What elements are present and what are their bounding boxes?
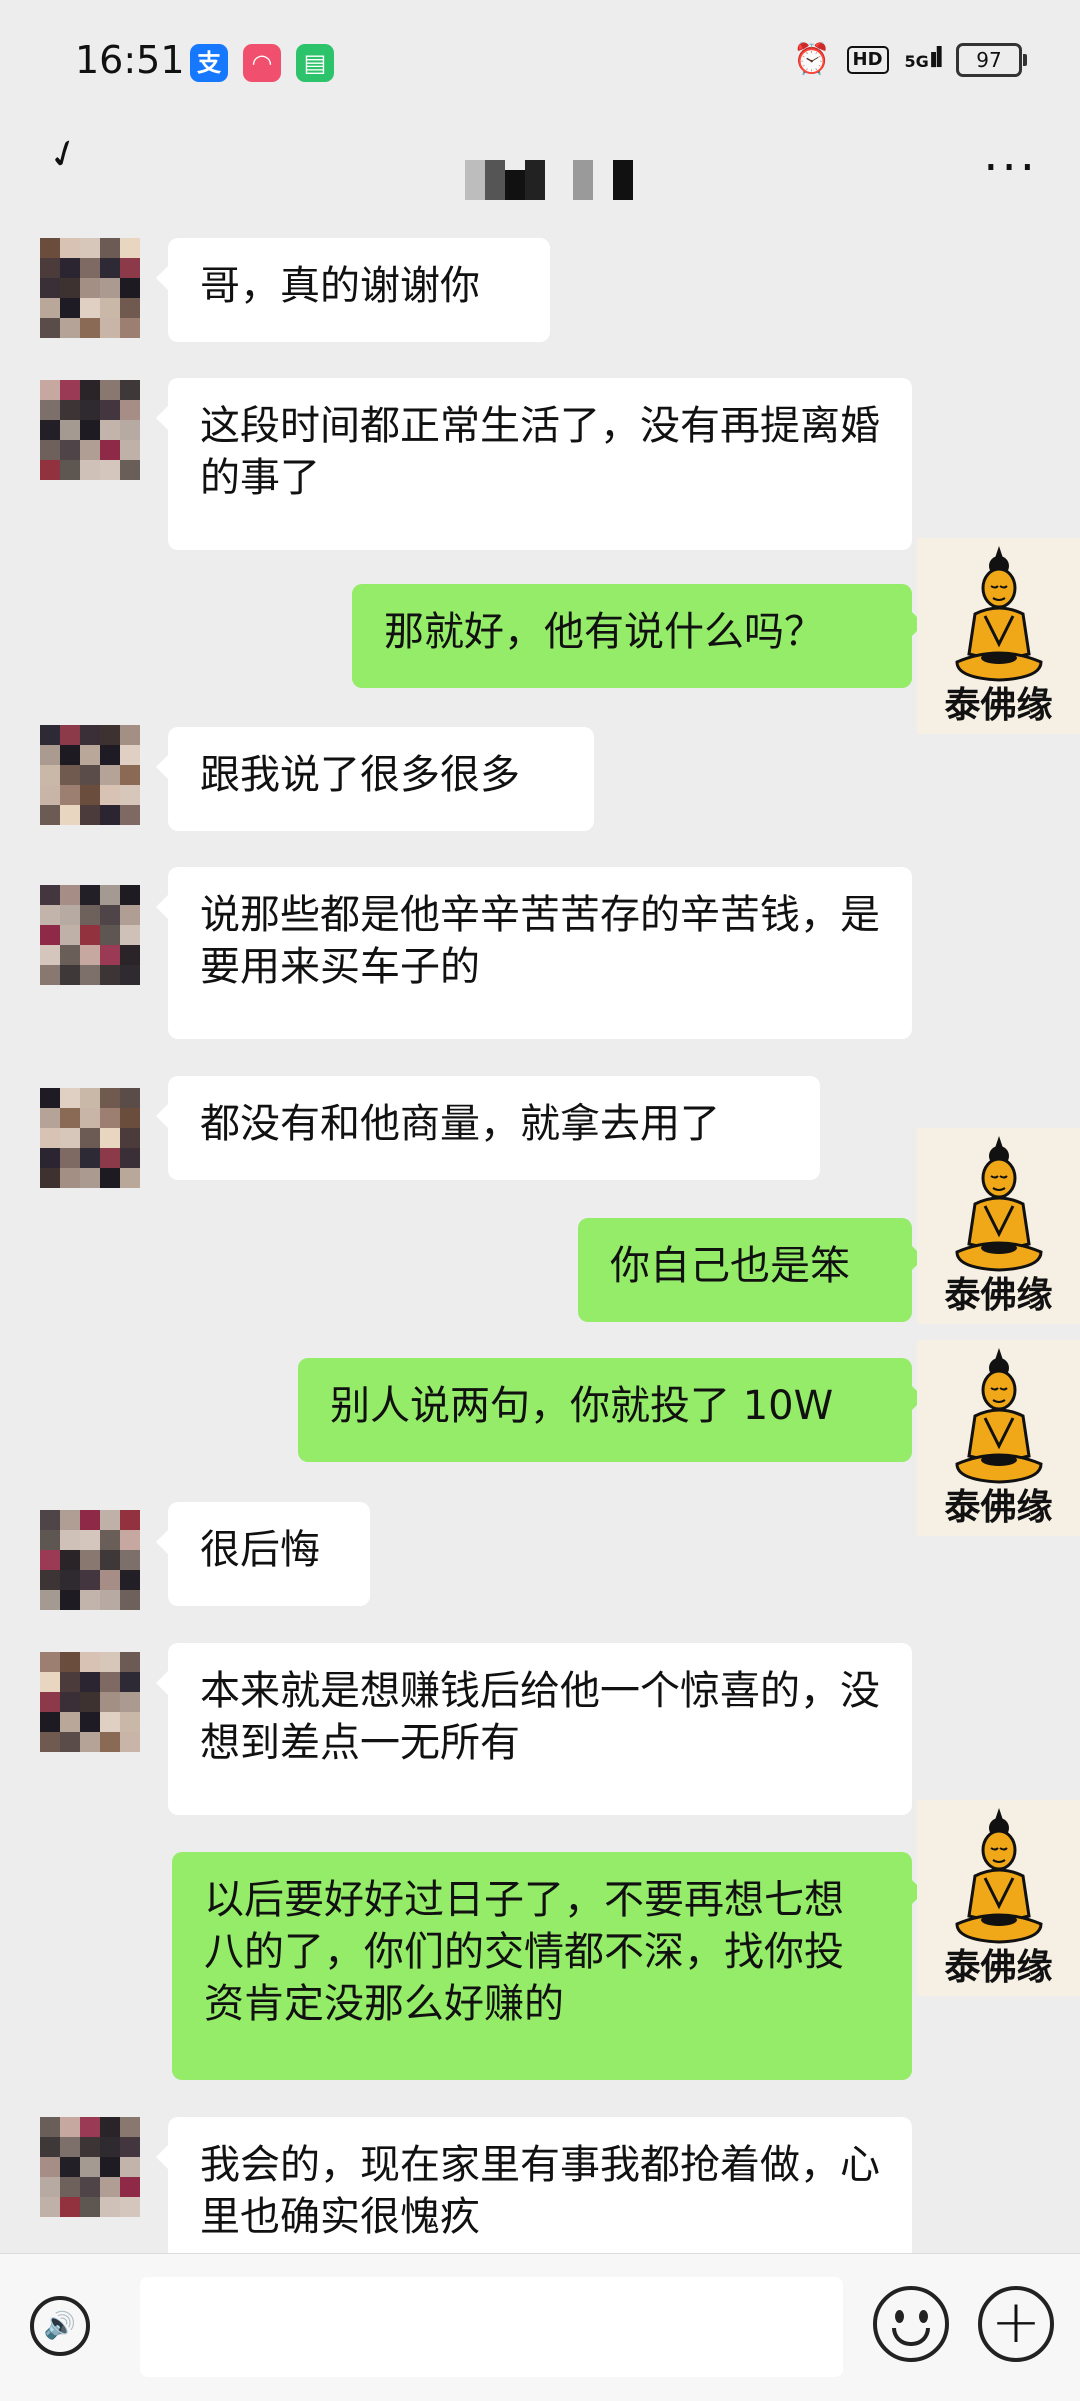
my-avatar-label: 泰佛缘 [944, 1275, 1053, 1316]
alarm-icon: ⏰ [793, 42, 831, 77]
outgoing-message-bubble[interactable]: 以后要好好过日子了，不要再想七想八的了，你们的交情都不深，找你投资肯定没那么好赚… [172, 1852, 924, 2080]
incoming-message-bubble[interactable]: 说那些都是他辛辛苦苦存的辛苦钱，是要用来买车子的 [156, 867, 912, 1039]
contact-name-mosaic [465, 160, 633, 200]
incoming-message-bubble[interactable]: 这段时间都正常生活了，没有再提离婚的事了 [156, 378, 912, 550]
emoji-icon[interactable] [873, 2286, 949, 2362]
contact-avatar[interactable] [40, 885, 140, 985]
my-avatar[interactable]: 泰佛缘 [917, 1340, 1080, 1536]
hd-badge: HD [846, 45, 889, 74]
plus-icon[interactable]: + [978, 2286, 1054, 2362]
contact-avatar[interactable] [40, 1510, 140, 1610]
buddha-icon [955, 546, 1043, 682]
incoming-message-bubble[interactable]: 很后悔 [156, 1502, 370, 1606]
incoming-message-bubble[interactable]: 都没有和他商量，就拿去用了 [156, 1076, 820, 1180]
more-options-button[interactable]: ··· [983, 140, 1038, 196]
outgoing-message-bubble[interactable]: 那就好，他有说什么吗？ [352, 584, 924, 688]
contact-avatar[interactable] [40, 1088, 140, 1188]
incoming-message-bubble[interactable]: 哥，真的谢谢你 [156, 238, 550, 342]
my-avatar[interactable]: 泰佛缘 [917, 1800, 1080, 1996]
app-notification-icon: ◠ [243, 44, 281, 82]
status-time: 16:51 [75, 38, 185, 82]
outgoing-message-bubble[interactable]: 你自己也是笨 [578, 1218, 924, 1322]
contact-avatar[interactable] [40, 725, 140, 825]
contact-avatar[interactable] [40, 238, 140, 338]
my-avatar[interactable]: 泰佛缘 [917, 538, 1080, 734]
buddha-icon [955, 1348, 1043, 1484]
incoming-message-bubble[interactable]: 跟我说了很多很多 [156, 727, 594, 831]
buddha-icon [955, 1136, 1043, 1272]
message-input[interactable] [140, 2277, 843, 2377]
my-avatar-label: 泰佛缘 [944, 685, 1053, 726]
status-right-group: ⏰ HD 5Gıl 97 [793, 40, 1027, 77]
my-avatar-label: 泰佛缘 [944, 1487, 1053, 1528]
incoming-message-bubble[interactable]: 本来就是想赚钱后给他一个惊喜的，没想到差点一无所有 [156, 1643, 912, 1815]
battery-icon: 97 [956, 42, 1027, 77]
my-avatar-label: 泰佛缘 [944, 1947, 1053, 1988]
buddha-icon [955, 1808, 1043, 1944]
outgoing-message-bubble[interactable]: 别人说两句，你就投了 10W [298, 1358, 924, 1462]
network-indicator: 5Gıl [904, 40, 945, 74]
contact-avatar[interactable] [40, 2117, 140, 2217]
voice-icon[interactable]: 🔊 [30, 2296, 90, 2356]
contact-avatar[interactable] [40, 1652, 140, 1752]
alipay-icon: 支 [190, 44, 228, 82]
message-notification-icon: ▤ [296, 44, 334, 82]
contact-avatar[interactable] [40, 380, 140, 480]
my-avatar[interactable]: 泰佛缘 [917, 1128, 1080, 1324]
